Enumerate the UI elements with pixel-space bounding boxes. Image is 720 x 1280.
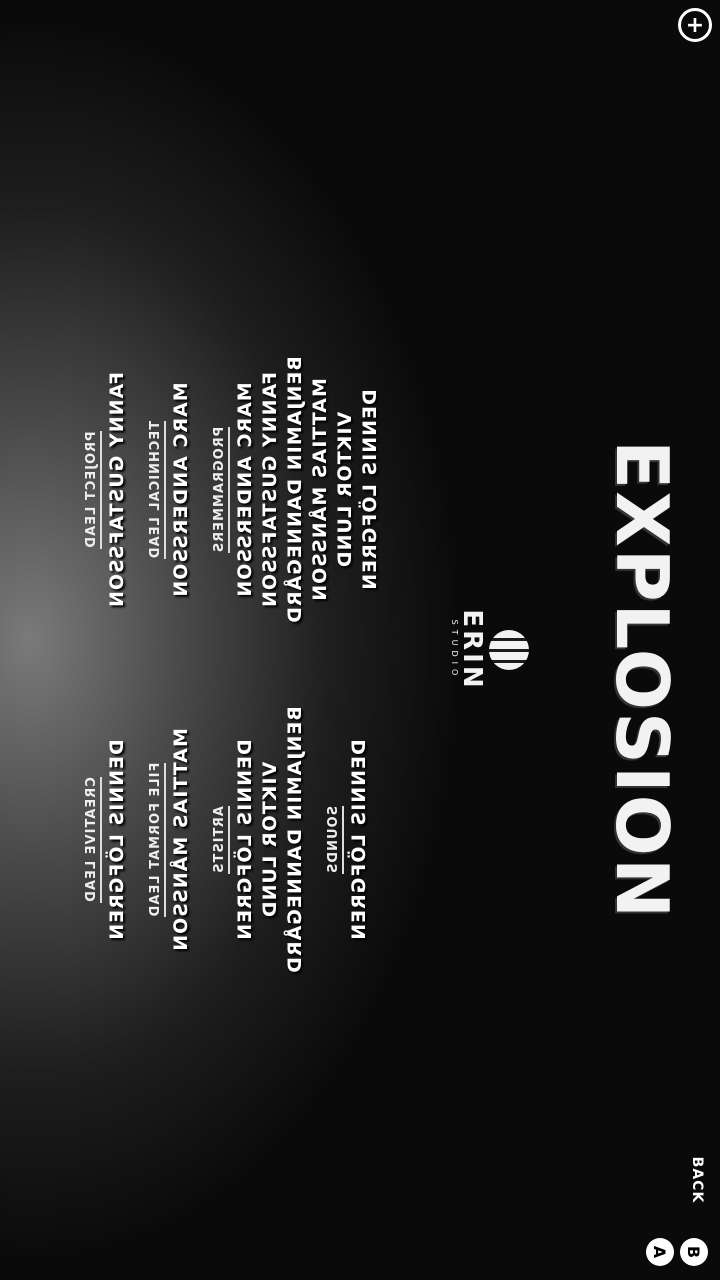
credit-name: MARC ANDERSSON (170, 382, 192, 598)
credit-name: DENNIS LÖFGREN (234, 739, 256, 941)
credit-heading: PROJECT LEAD (84, 431, 102, 549)
studio-name: ERIN (457, 609, 487, 691)
credit-name: MARC ANDERSSON (234, 382, 256, 598)
credits-screen: EXPLOSION ERIN STUDIO PROJECT LEAD FANNY … (0, 0, 720, 1280)
a-button[interactable]: A (646, 1238, 674, 1266)
credit-name: FANNY GUSTAFSSON (259, 371, 281, 609)
studio-logo: ERIN STUDIO (450, 600, 529, 700)
credit-heading: TECHNICAL LEAD (148, 420, 166, 560)
b-button[interactable]: B (680, 1238, 708, 1266)
credit-section: PROJECT LEAD FANNY GUSTAFSSON (80, 330, 130, 650)
credit-name: DENNIS LÖFGREN (106, 739, 128, 941)
credits-column-left: PROJECT LEAD FANNY GUSTAFSSON TECHNICAL LE… (80, 330, 397, 650)
studio-mark-icon (489, 630, 529, 670)
credit-heading: FILE FORMAT LEAD (148, 762, 166, 918)
credit-section: TECHNICAL LEAD MARC ANDERSSON (144, 330, 194, 650)
game-logo: EXPLOSION (600, 440, 684, 921)
credit-heading: PROGRAMMERS (212, 426, 230, 554)
credit-name: VIKTOR LUND (259, 761, 281, 919)
credit-section: FILE FORMAT LEAD MATTIAS MÅNSSON (144, 680, 194, 1000)
credit-section: CREATIVE LEAD DENNIS LÖFGREN (80, 680, 130, 1000)
credits-column-right: CREATIVE LEAD DENNIS LÖFGREN FILE FORMAT L… (80, 680, 386, 1000)
credit-section: ARTISTS DENNIS LÖFGREN VIKTOR LUND BENJAMIN… (208, 680, 308, 1000)
credit-name: DENNIS LÖFGREN (359, 389, 381, 591)
credit-section: PROGRAMMERS MARC ANDERSSON FANNY GUSTAFSSO… (208, 330, 383, 650)
credit-section: SOUNDS DENNIS LÖFGREN (322, 680, 372, 1000)
credit-name: MATTIAS MÅNSSON (170, 728, 192, 952)
credit-heading: CREATIVE LEAD (84, 777, 102, 903)
credit-heading: SOUNDS (326, 805, 344, 874)
credit-name: VIKTOR LUND (334, 411, 356, 569)
credit-name: MATTIAS MÅNSSON (309, 378, 331, 602)
credits-content: EXPLOSION ERIN STUDIO PROJECT LEAD FANNY … (0, 0, 720, 1280)
credit-name: DENNIS LÖFGREN (348, 739, 370, 941)
dpad-plus-icon[interactable]: + (678, 8, 712, 42)
credit-name: BENJAMIN DANNEGÅRD (284, 356, 306, 624)
credit-name: FANNY GUSTAFSSON (106, 371, 128, 609)
credit-heading: ARTISTS (212, 806, 230, 874)
back-label[interactable]: BACK (689, 1155, 705, 1205)
credit-name: BENJAMIN DANNEGÅRD (284, 706, 306, 974)
